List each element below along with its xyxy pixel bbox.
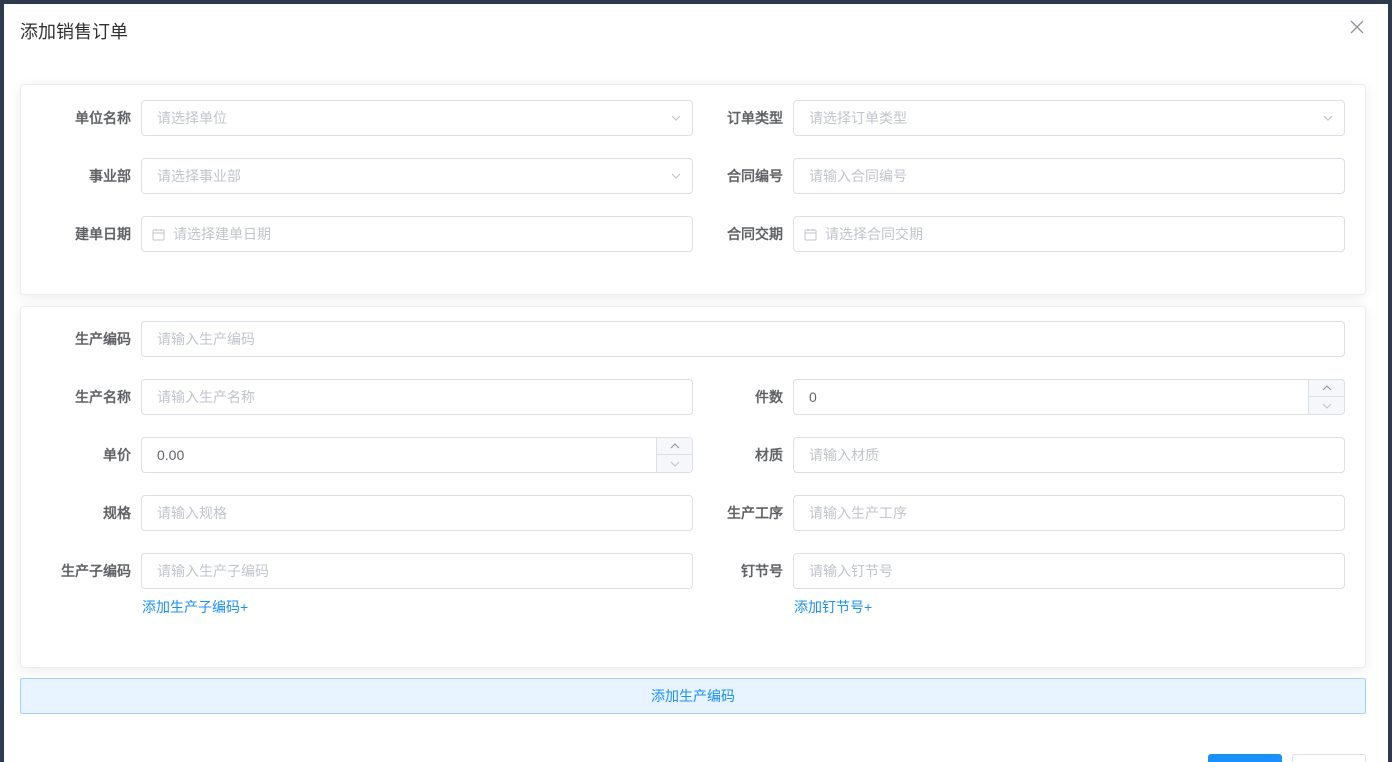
division-select[interactable]: 请选择事业部 <box>141 158 693 194</box>
delivery-date-placeholder: 请选择合同交期 <box>825 226 923 242</box>
sub-code-input[interactable]: 请输入生产子编码 <box>141 553 693 589</box>
process-label: 生产工序 <box>727 505 783 521</box>
order-type-select[interactable]: 请选择订单类型 <box>793 100 1345 136</box>
sub-code-placeholder: 请输入生产子编码 <box>157 563 269 579</box>
quantity-stepper[interactable]: 0 <box>793 379 1345 415</box>
add-nail-no-link[interactable]: 添加钉节号+ <box>794 597 872 617</box>
chevron-down-icon <box>1322 112 1334 124</box>
confirm-button[interactable] <box>1208 754 1282 762</box>
production-name-input[interactable]: 请输入生产名称 <box>141 379 693 415</box>
production-code-label: 生产编码 <box>75 331 131 347</box>
production-code-input[interactable]: 请输入生产编码 <box>141 321 1345 357</box>
cancel-button[interactable] <box>1292 754 1366 762</box>
spec-input[interactable]: 请输入规格 <box>141 495 693 531</box>
close-icon[interactable] <box>1350 20 1366 36</box>
order-info-card: 单位名称 请选择单位 订单类型 请选择订单类型 事业部 请选择事业部 合同编号 … <box>20 84 1366 295</box>
calendar-icon <box>804 228 817 241</box>
create-date-picker[interactable]: 请选择建单日期 <box>141 216 693 252</box>
quantity-stepper-controls <box>1308 380 1345 414</box>
dialog-header: 添加销售订单 <box>4 4 1388 60</box>
production-name-placeholder: 请输入生产名称 <box>157 389 255 405</box>
quantity-value: 0 <box>809 389 817 405</box>
spec-label: 规格 <box>103 505 131 521</box>
spec-placeholder: 请输入规格 <box>157 505 227 521</box>
nail-no-label: 钉节号 <box>741 563 783 579</box>
contract-no-placeholder: 请输入合同编号 <box>809 168 907 184</box>
division-placeholder: 请选择事业部 <box>157 168 241 184</box>
production-name-label: 生产名称 <box>75 389 131 405</box>
dialog-title: 添加销售订单 <box>20 22 128 42</box>
decrease-button[interactable] <box>1309 397 1345 414</box>
chevron-down-icon <box>1322 403 1332 409</box>
unit-select[interactable]: 请选择单位 <box>141 100 693 136</box>
production-card: 生产编码 请输入生产编码 生产名称 请输入生产名称 件数 0 单价 0.00 材… <box>20 306 1366 668</box>
sub-code-label: 生产子编码 <box>61 563 131 579</box>
production-code-placeholder: 请输入生产编码 <box>157 331 255 347</box>
nail-no-placeholder: 请输入钉节号 <box>809 563 893 579</box>
unit-placeholder: 请选择单位 <box>157 110 227 126</box>
material-placeholder: 请输入材质 <box>809 447 879 463</box>
unit-price-label: 单价 <box>103 447 131 463</box>
delivery-date-picker[interactable]: 请选择合同交期 <box>793 216 1345 252</box>
chevron-up-icon <box>1322 385 1332 391</box>
process-placeholder: 请输入生产工序 <box>809 505 907 521</box>
quantity-label: 件数 <box>755 389 783 405</box>
create-date-placeholder: 请选择建单日期 <box>173 226 271 242</box>
order-type-label: 订单类型 <box>727 110 783 126</box>
material-input[interactable]: 请输入材质 <box>793 437 1345 473</box>
unit-label: 单位名称 <box>75 110 131 126</box>
division-label: 事业部 <box>89 168 131 184</box>
nail-no-input[interactable]: 请输入钉节号 <box>793 553 1345 589</box>
contract-no-label: 合同编号 <box>727 168 783 184</box>
add-sales-order-dialog: 添加销售订单 单位名称 请选择单位 订单类型 请选择订单类型 事业部 请选择事业… <box>4 4 1388 762</box>
process-input[interactable]: 请输入生产工序 <box>793 495 1345 531</box>
create-date-label: 建单日期 <box>75 226 131 242</box>
material-label: 材质 <box>755 447 783 463</box>
contract-no-input[interactable]: 请输入合同编号 <box>793 158 1345 194</box>
unit-price-value: 0.00 <box>157 447 185 463</box>
calendar-icon <box>152 228 165 241</box>
add-production-code-button[interactable]: 添加生产编码 <box>20 678 1366 714</box>
increase-button[interactable] <box>1309 380 1345 397</box>
delivery-date-label: 合同交期 <box>727 226 783 242</box>
unit-price-stepper[interactable]: 0.00 <box>141 437 693 473</box>
add-sub-code-link[interactable]: 添加生产子编码+ <box>142 597 248 617</box>
order-type-placeholder: 请选择订单类型 <box>809 110 907 126</box>
